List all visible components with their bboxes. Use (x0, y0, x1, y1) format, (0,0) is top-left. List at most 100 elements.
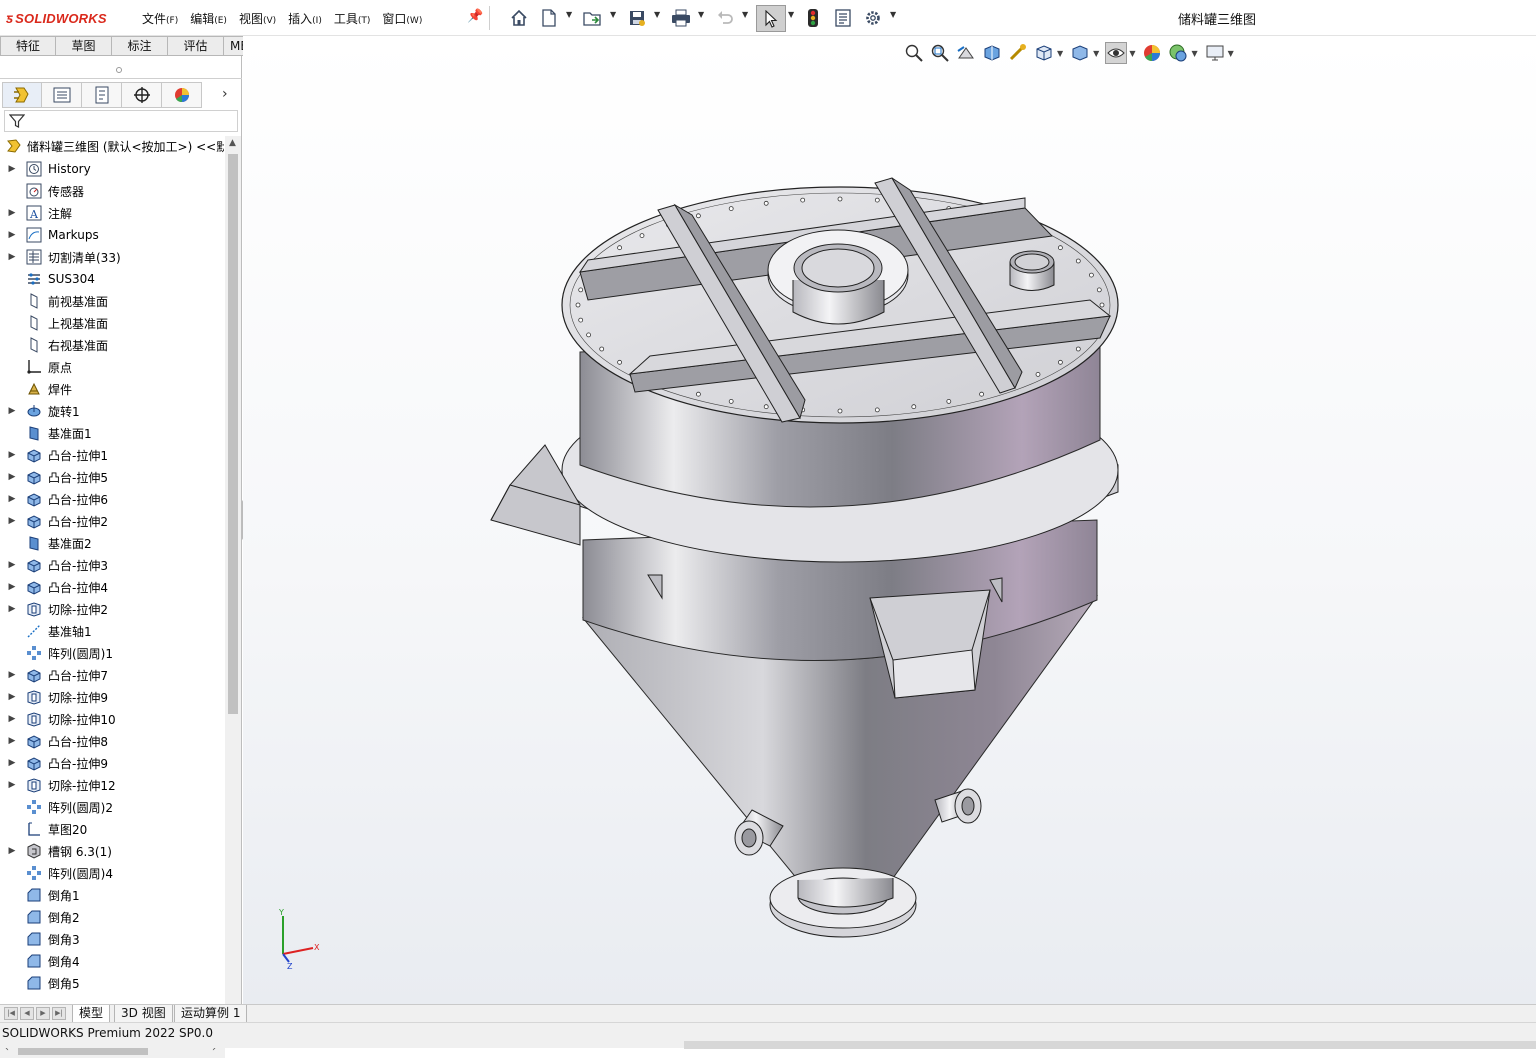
expand-arrow-icon[interactable]: ▶ (6, 692, 18, 702)
rebuild-icon[interactable] (802, 7, 824, 29)
tree-item[interactable]: ▶ History (0, 158, 224, 180)
more-tabs-chevron-icon[interactable]: › (222, 86, 228, 102)
prev-tab-nav-icon[interactable]: ◀ (20, 1007, 34, 1020)
open-dropdown-caret[interactable]: ▼ (610, 10, 616, 19)
panel-grip[interactable] (116, 67, 122, 73)
tree-item[interactable]: ▶ 旋转1 (0, 400, 224, 422)
undo-icon[interactable] (714, 7, 736, 29)
tree-filter[interactable] (4, 110, 238, 132)
command-tab[interactable]: 评估 (168, 36, 224, 56)
tree-item[interactable]: 传感器 (0, 180, 224, 202)
property-manager-tab-icon[interactable] (42, 82, 82, 108)
tree-item[interactable]: ▶ 切除-拉伸12 (0, 774, 224, 796)
scroll-up-arrow-icon[interactable]: ▲ (229, 138, 236, 148)
expand-arrow-icon[interactable]: ▶ (6, 670, 18, 680)
tab-motion-study[interactable]: 运动算例 1 (174, 1005, 248, 1023)
expand-arrow-icon[interactable]: ▶ (6, 780, 18, 790)
tree-item[interactable]: 焊件 (0, 378, 224, 400)
options-icon[interactable] (862, 7, 884, 29)
tree-item[interactable]: 阵列(圆周)4 (0, 862, 224, 884)
expand-arrow-icon[interactable]: ▶ (6, 560, 18, 570)
menu-item[interactable]: 插入(I) (284, 9, 326, 27)
display-manager-tab-icon[interactable] (162, 82, 202, 108)
tree-item[interactable]: 前视基准面 (0, 290, 224, 312)
scroll-thumb[interactable] (228, 154, 238, 714)
configuration-manager-tab-icon[interactable] (82, 82, 122, 108)
undo-dropdown-caret[interactable]: ▼ (742, 10, 748, 19)
tree-item[interactable]: ▶ 凸台-拉伸7 (0, 664, 224, 686)
tree-item[interactable]: 基准轴1 (0, 620, 224, 642)
tree-item[interactable]: 倒角5 (0, 972, 224, 994)
menu-item[interactable]: 文件(F) (138, 9, 182, 27)
expand-arrow-icon[interactable]: ▶ (6, 472, 18, 482)
expand-arrow-icon[interactable]: ▶ (6, 736, 18, 746)
expand-arrow-icon[interactable]: ▶ (6, 230, 18, 240)
select-dropdown-caret[interactable]: ▼ (788, 10, 794, 19)
tree-item[interactable]: 基准面2 (0, 532, 224, 554)
options-dropdown-caret[interactable]: ▼ (890, 10, 896, 19)
tree-item[interactable]: ▶ A 注解 (0, 202, 224, 224)
tree-item[interactable]: ▶ 切除-拉伸9 (0, 686, 224, 708)
tree-item[interactable]: 倒角3 (0, 928, 224, 950)
tab-model[interactable]: 模型 (72, 1005, 111, 1023)
menu-item[interactable]: 工具(T) (330, 9, 375, 27)
menu-item[interactable]: 窗口(W) (378, 9, 426, 27)
tree-item[interactable]: 倒角4 (0, 950, 224, 972)
graphics-area[interactable]: ▼ ▼ ▼ ▼ ▼ Y X Z (243, 36, 1536, 1004)
tree-item[interactable]: ▶ 凸台-拉伸4 (0, 576, 224, 598)
expand-arrow-icon[interactable]: ▶ (6, 252, 18, 262)
menu-item[interactable]: 编辑(E) (186, 9, 231, 27)
tab-3d-view[interactable]: 3D 视图 (114, 1005, 173, 1023)
tree-item[interactable]: ▶ 凸台-拉伸9 (0, 752, 224, 774)
command-tab[interactable]: 标注 (112, 36, 168, 56)
pin-menu-icon[interactable]: 📌 (467, 9, 483, 24)
tree-item[interactable]: ▶ Markups (0, 224, 224, 246)
first-tab-nav-icon[interactable]: |◀ (4, 1007, 18, 1020)
tree-root[interactable]: 储料罐三维图 (默认<按加工>) <<默 (4, 136, 224, 156)
tree-item[interactable]: ▶ 切除-拉伸2 (0, 598, 224, 620)
menu-item[interactable]: 视图(V) (235, 9, 280, 27)
tree-item[interactable]: 倒角2 (0, 906, 224, 928)
tank-3d-model[interactable] (243, 36, 1536, 1004)
tree-item[interactable]: 阵列(圆周)1 (0, 642, 224, 664)
save-dropdown-caret[interactable]: ▼ (654, 10, 660, 19)
last-tab-nav-icon[interactable]: ▶| (52, 1007, 66, 1020)
select-icon[interactable] (756, 5, 786, 32)
expand-arrow-icon[interactable]: ▶ (6, 208, 18, 218)
tree-item[interactable]: 基准面1 (0, 422, 224, 444)
expand-arrow-icon[interactable]: ▶ (6, 450, 18, 460)
expand-arrow-icon[interactable]: ▶ (6, 582, 18, 592)
tree-vertical-scrollbar[interactable]: ▲ ▼ (225, 136, 241, 1042)
expand-arrow-icon[interactable]: ▶ (6, 494, 18, 504)
solidworks-logo[interactable]: ƽ SOLIDWORKS (6, 8, 107, 28)
print-dropdown-caret[interactable]: ▼ (698, 10, 704, 19)
tree-item[interactable]: ▶ 槽钢 6.3(1) (0, 840, 224, 862)
tree-item[interactable]: 上视基准面 (0, 312, 224, 334)
command-tab[interactable]: 特征 (0, 36, 56, 56)
command-tab[interactable]: 草图 (56, 36, 112, 56)
tree-item[interactable]: ▶ 切除-拉伸10 (0, 708, 224, 730)
open-icon[interactable] (582, 7, 604, 29)
tree-item[interactable]: SUS304 (0, 268, 224, 290)
expand-arrow-icon[interactable]: ▶ (6, 604, 18, 614)
expand-arrow-icon[interactable]: ▶ (6, 758, 18, 768)
feature-manager-tab-icon[interactable] (2, 82, 42, 108)
expand-arrow-icon[interactable]: ▶ (6, 846, 18, 856)
dimxpert-tab-icon[interactable] (122, 82, 162, 108)
tree-item[interactable]: ▶ 凸台-拉伸8 (0, 730, 224, 752)
home-icon[interactable] (508, 7, 530, 29)
tree-item[interactable]: 倒角1 (0, 884, 224, 906)
expand-arrow-icon[interactable]: ▶ (6, 164, 18, 174)
file-properties-icon[interactable] (832, 7, 854, 29)
tree-item[interactable]: ▶ 凸台-拉伸5 (0, 466, 224, 488)
tree-item[interactable]: ▶ 凸台-拉伸2 (0, 510, 224, 532)
tree-item[interactable]: 原点 (0, 356, 224, 378)
tree-item[interactable]: ▶ 凸台-拉伸3 (0, 554, 224, 576)
print-icon[interactable] (670, 7, 692, 29)
tree-item[interactable]: 阵列(圆周)2 (0, 796, 224, 818)
save-icon[interactable] (626, 7, 648, 29)
tree-item[interactable]: ▶ 切割清单(33) (0, 246, 224, 268)
tree-item[interactable]: 右视基准面 (0, 334, 224, 356)
tree-item[interactable]: ▶ 凸台-拉伸1 (0, 444, 224, 466)
expand-arrow-icon[interactable]: ▶ (6, 516, 18, 526)
